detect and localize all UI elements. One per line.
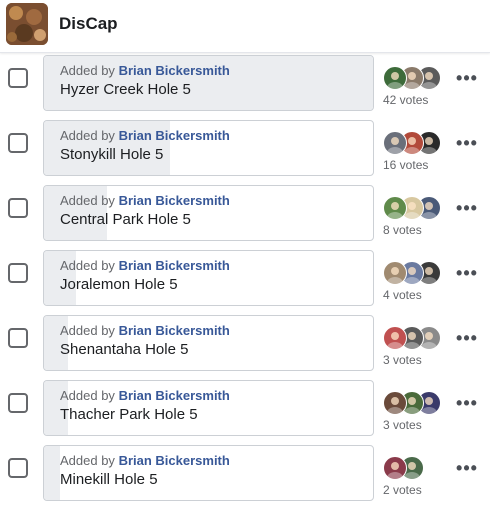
added-by-prefix: Added by (60, 128, 115, 143)
author-link[interactable]: Brian Bickersmith (119, 323, 230, 338)
vote-count[interactable]: 3 votes (383, 353, 422, 367)
poll-option-row: Added by Brian Bickersmith Central Park H… (0, 185, 490, 245)
added-by-prefix: Added by (60, 453, 115, 468)
added-by-text: Added by Brian Bickersmith (60, 258, 230, 273)
poll-option-name: Shenantaha Hole 5 (60, 341, 189, 358)
poll-option-row: Added by Brian Bickersmith Shenantaha Hol… (0, 315, 490, 375)
more-options-icon[interactable]: ••• (455, 459, 479, 479)
voter-avatar (383, 391, 407, 415)
vote-checkbox[interactable] (8, 133, 28, 153)
vote-count[interactable]: 16 votes (383, 158, 428, 172)
vote-checkbox[interactable] (8, 328, 28, 348)
vote-share-fill (44, 446, 60, 500)
added-by-prefix: Added by (60, 63, 115, 78)
poll-option-box[interactable]: Added by Brian Bickersmith Stonykill Hole… (43, 120, 374, 176)
voter-avatar (383, 326, 407, 350)
poll-option-row: Added by Brian Bickersmith Stonykill Hole… (0, 120, 490, 180)
vote-checkbox[interactable] (8, 263, 28, 283)
poll-option-row: Added by Brian Bickersmith Thacher Park H… (0, 380, 490, 440)
poll-option-row: Added by Brian Bickersmith Hyzer Creek Ho… (0, 55, 490, 115)
added-by-text: Added by Brian Bickersmith (60, 128, 230, 143)
vote-checkbox[interactable] (8, 68, 28, 88)
added-by-text: Added by Brian Bickersmith (60, 323, 230, 338)
vote-count[interactable]: 3 votes (383, 418, 422, 432)
author-link[interactable]: Brian Bickersmith (119, 453, 230, 468)
more-options-icon[interactable]: ••• (455, 69, 479, 89)
person-icon (387, 462, 403, 479)
author-link[interactable]: Brian Bickersmith (119, 388, 230, 403)
person-icon (387, 397, 403, 414)
poll-option-row: Added by Brian Bickersmith Minekill Hole … (0, 445, 490, 505)
vote-count[interactable]: 8 votes (383, 223, 422, 237)
poll-option-name: Stonykill Hole 5 (60, 146, 164, 163)
more-options-icon[interactable]: ••• (455, 134, 479, 154)
voter-avatar (383, 131, 407, 155)
vote-count[interactable]: 4 votes (383, 288, 422, 302)
group-cover-image (6, 3, 48, 45)
voter-avatars[interactable] (383, 391, 453, 415)
group-header: DisCap (0, 0, 490, 53)
poll-option-name: Hyzer Creek Hole 5 (60, 81, 191, 98)
voter-avatar (383, 456, 407, 480)
poll-option-box[interactable]: Added by Brian Bickersmith Joralemon Hole… (43, 250, 374, 306)
vote-count[interactable]: 2 votes (383, 483, 422, 497)
poll-option-name: Joralemon Hole 5 (60, 276, 178, 293)
poll-option-box[interactable]: Added by Brian Bickersmith Shenantaha Hol… (43, 315, 374, 371)
person-icon (387, 202, 403, 219)
author-link[interactable]: Brian Bickersmith (119, 258, 230, 273)
voter-avatars[interactable] (383, 66, 453, 90)
added-by-text: Added by Brian Bickersmith (60, 63, 230, 78)
person-icon (387, 72, 403, 89)
voter-avatar (383, 261, 407, 285)
voter-avatars[interactable] (383, 131, 453, 155)
poll-option-box[interactable]: Added by Brian Bickersmith Central Park H… (43, 185, 374, 241)
poll-option-row: Added by Brian Bickersmith Joralemon Hole… (0, 250, 490, 310)
voter-avatars[interactable] (383, 196, 453, 220)
vote-checkbox[interactable] (8, 198, 28, 218)
added-by-prefix: Added by (60, 258, 115, 273)
vote-checkbox[interactable] (8, 393, 28, 413)
person-icon (387, 332, 403, 349)
poll-option-box[interactable]: Added by Brian Bickersmith Thacher Park H… (43, 380, 374, 436)
voter-avatars[interactable] (383, 261, 453, 285)
more-options-icon[interactable]: ••• (455, 329, 479, 349)
added-by-prefix: Added by (60, 388, 115, 403)
more-options-icon[interactable]: ••• (455, 264, 479, 284)
author-link[interactable]: Brian Bickersmith (119, 193, 230, 208)
poll-option-box[interactable]: Added by Brian Bickersmith Minekill Hole … (43, 445, 374, 501)
vote-count[interactable]: 42 votes (383, 93, 428, 107)
voter-avatars[interactable] (383, 456, 453, 480)
vote-checkbox[interactable] (8, 458, 28, 478)
voter-avatar (383, 196, 407, 220)
added-by-text: Added by Brian Bickersmith (60, 388, 230, 403)
voter-avatars[interactable] (383, 326, 453, 350)
poll-option-name: Thacher Park Hole 5 (60, 406, 198, 423)
author-link[interactable]: Brian Bickersmith (119, 128, 230, 143)
poll-option-name: Minekill Hole 5 (60, 471, 158, 488)
added-by-text: Added by Brian Bickersmith (60, 453, 230, 468)
poll-option-box[interactable]: Added by Brian Bickersmith Hyzer Creek Ho… (43, 55, 374, 111)
more-options-icon[interactable]: ••• (455, 199, 479, 219)
group-title[interactable]: DisCap (59, 14, 118, 34)
group-cover-photo[interactable] (6, 3, 48, 45)
poll-option-name: Central Park Hole 5 (60, 211, 191, 228)
more-options-icon[interactable]: ••• (455, 394, 479, 414)
added-by-text: Added by Brian Bickersmith (60, 193, 230, 208)
added-by-prefix: Added by (60, 193, 115, 208)
added-by-prefix: Added by (60, 323, 115, 338)
author-link[interactable]: Brian Bickersmith (119, 63, 230, 78)
person-icon (387, 267, 403, 284)
person-icon (387, 137, 403, 154)
voter-avatar (383, 66, 407, 90)
